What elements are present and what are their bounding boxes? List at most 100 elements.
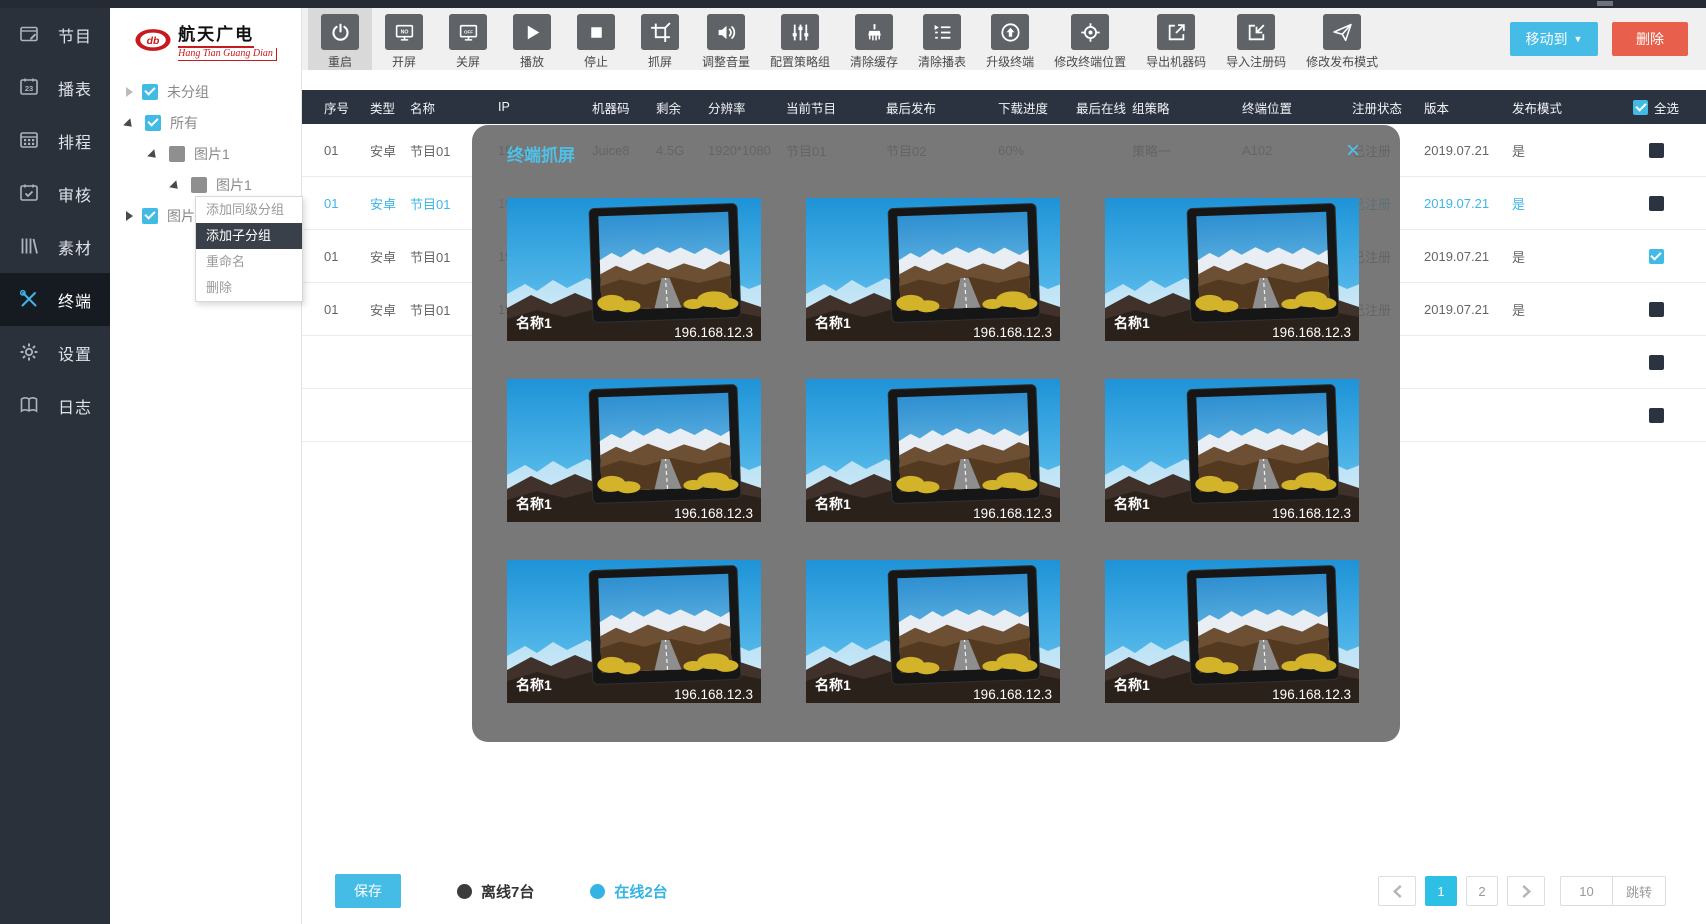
select-all-label: 全选	[1654, 98, 1679, 117]
tree-expand-icon[interactable]	[126, 87, 138, 97]
toolbar-button[interactable]: 调整音量	[692, 8, 760, 70]
jump-page-input[interactable]: 10	[1561, 877, 1613, 905]
cell-type: 安卓	[370, 247, 410, 266]
close-icon[interactable]: ×	[1346, 141, 1360, 161]
cell-version: 2019.07.21	[1424, 249, 1512, 264]
tree-node[interactable]: 未分组	[110, 76, 301, 107]
jump-button[interactable]: 跳转	[1613, 877, 1665, 905]
tree-expand-icon[interactable]	[126, 211, 138, 221]
row-checkbox[interactable]	[1649, 196, 1664, 211]
delete-button[interactable]: 删除	[1612, 22, 1688, 56]
toolbar-button-icon	[923, 14, 961, 50]
page-number: 1	[1437, 884, 1444, 899]
chevron-down-icon: ▼	[1574, 34, 1583, 44]
terminal-screenshot-tile[interactable]: 名称1 196.168.12.3	[507, 379, 761, 522]
col-header-machine-code: 机器码	[592, 98, 656, 117]
page-jump: 10 跳转	[1560, 876, 1666, 906]
tile-terminal-ip: 196.168.12.3	[973, 687, 1052, 702]
tree-node-checkbox[interactable]	[169, 146, 185, 162]
terminal-screenshot-tile[interactable]: 名称1 196.168.12.3	[1105, 560, 1359, 703]
toolbar-button[interactable]: 停止	[564, 8, 628, 70]
tree-node[interactable]: 所有	[110, 107, 301, 138]
row-checkbox[interactable]	[1649, 143, 1664, 158]
toolbar-button-icon	[1157, 14, 1195, 50]
toolbar-button[interactable]: 升级终端	[976, 8, 1044, 70]
toolbar-button-label: 开屏	[392, 53, 416, 70]
toolbar-button[interactable]: OFF 关屏	[436, 8, 500, 70]
tree-node-checkbox[interactable]	[191, 177, 207, 193]
tree-node-label: 图片1	[216, 175, 252, 195]
sidebar-item-label: 日志	[58, 394, 92, 418]
col-header-ip: IP	[498, 100, 592, 114]
terminal-screenshot-tile[interactable]: 名称1 196.168.12.3	[806, 560, 1060, 703]
toolbar-button[interactable]: 播放	[500, 8, 564, 70]
tree-expand-icon[interactable]	[123, 118, 139, 134]
toolbar-button[interactable]: 修改终端位置	[1044, 8, 1136, 70]
sidebar-item[interactable]: 日志	[0, 379, 110, 432]
toolbar-button[interactable]: 抓屏	[628, 8, 692, 70]
cell-seq: 01	[324, 196, 370, 211]
toolbar-button-label: 升级终端	[986, 53, 1034, 70]
toolbar-button[interactable]: 导入注册码	[1216, 8, 1296, 70]
context-menu-item[interactable]: 添加同级分组	[196, 197, 302, 223]
toolbar-button[interactable]: 重启	[308, 8, 372, 70]
row-checkbox[interactable]	[1649, 408, 1664, 423]
prev-page-button[interactable]	[1378, 876, 1416, 906]
save-button[interactable]: 保存	[335, 874, 401, 908]
cell-type: 安卓	[370, 300, 410, 319]
tree-expand-icon[interactable]	[169, 180, 185, 196]
move-to-button[interactable]: 移动到 ▼	[1510, 22, 1598, 56]
tree-node-checkbox[interactable]	[142, 208, 158, 224]
tree-node-label: 所有	[170, 113, 198, 133]
toolbar-button[interactable]: NO 开屏	[372, 8, 436, 70]
tree-node-checkbox[interactable]	[145, 115, 161, 131]
sidebar-item[interactable]: 设置	[0, 326, 110, 379]
terminal-screenshot-tile[interactable]: 名称1 196.168.12.3	[1105, 198, 1359, 341]
context-menu-item[interactable]: 添加子分组	[196, 223, 302, 249]
toolbar-button-label: 导出机器码	[1146, 53, 1206, 70]
row-checkbox[interactable]	[1649, 249, 1664, 264]
modal-title: 终端抓屏	[507, 141, 575, 166]
toolbar-button-label: 清除播表	[918, 53, 966, 70]
toolbar-button[interactable]: 修改发布模式	[1296, 8, 1388, 70]
sidebar-item[interactable]: 排程	[0, 114, 110, 167]
col-header-current-program: 当前节目	[786, 98, 886, 117]
page-button[interactable]: 1	[1425, 876, 1457, 906]
terminal-screenshot-tile[interactable]: 名称1 196.168.12.3	[507, 560, 761, 703]
sidebar-item[interactable]: 节目	[0, 8, 110, 61]
context-menu-item[interactable]: 重命名	[196, 249, 302, 275]
toolbar-button[interactable]: 清除播表	[908, 8, 976, 70]
cell-version: 2019.07.21	[1424, 302, 1512, 317]
terminal-screenshot-tile[interactable]: 名称1 196.168.12.3	[1105, 379, 1359, 522]
toolbar-button[interactable]: 配置策略组	[760, 8, 840, 70]
row-checkbox[interactable]	[1649, 355, 1664, 370]
toolbar-button-label: 修改发布模式	[1306, 53, 1378, 70]
toolbar-button[interactable]: 导出机器码	[1136, 8, 1216, 70]
row-checkbox[interactable]	[1649, 302, 1664, 317]
page-button[interactable]: 2	[1466, 876, 1498, 906]
sidebar-item[interactable]: 终端	[0, 273, 110, 326]
context-menu-item[interactable]: 删除	[196, 275, 302, 301]
terminal-screenshot-tile[interactable]: 名称1 196.168.12.3	[806, 198, 1060, 341]
capture-modal: 终端抓屏 ×	[472, 125, 1400, 742]
toolbar-button-label: 修改终端位置	[1054, 53, 1126, 70]
sidebar-item[interactable]: 23 播表	[0, 61, 110, 114]
col-header-publish-mode: 发布模式	[1512, 98, 1606, 117]
tree-node[interactable]: 图片1	[110, 138, 301, 169]
main-content: 重启 NO 开屏 OFF 关屏 播放 停止	[302, 8, 1706, 924]
select-all-checkbox[interactable]	[1633, 100, 1648, 115]
window-scrollbar-thumb[interactable]	[1597, 1, 1613, 6]
sidebar-item[interactable]: 审核	[0, 167, 110, 220]
toolbar-button-icon	[1323, 14, 1361, 50]
context-menu-item-label: 删除	[206, 280, 232, 295]
next-page-button[interactable]	[1507, 876, 1545, 906]
cell-publish-mode: 是	[1512, 194, 1606, 213]
terminal-screenshot-tile[interactable]: 名称1 196.168.12.3	[806, 379, 1060, 522]
tree-expand-icon[interactable]	[147, 149, 163, 165]
cell-publish-mode: 是	[1512, 141, 1606, 160]
tree-node-checkbox[interactable]	[142, 84, 158, 100]
sidebar-item[interactable]: 素材	[0, 220, 110, 273]
tile-terminal-name: 名称1	[1114, 496, 1150, 512]
terminal-screenshot-tile[interactable]: 名称1 196.168.12.3	[507, 198, 761, 341]
toolbar-button[interactable]: 清除缓存	[840, 8, 908, 70]
